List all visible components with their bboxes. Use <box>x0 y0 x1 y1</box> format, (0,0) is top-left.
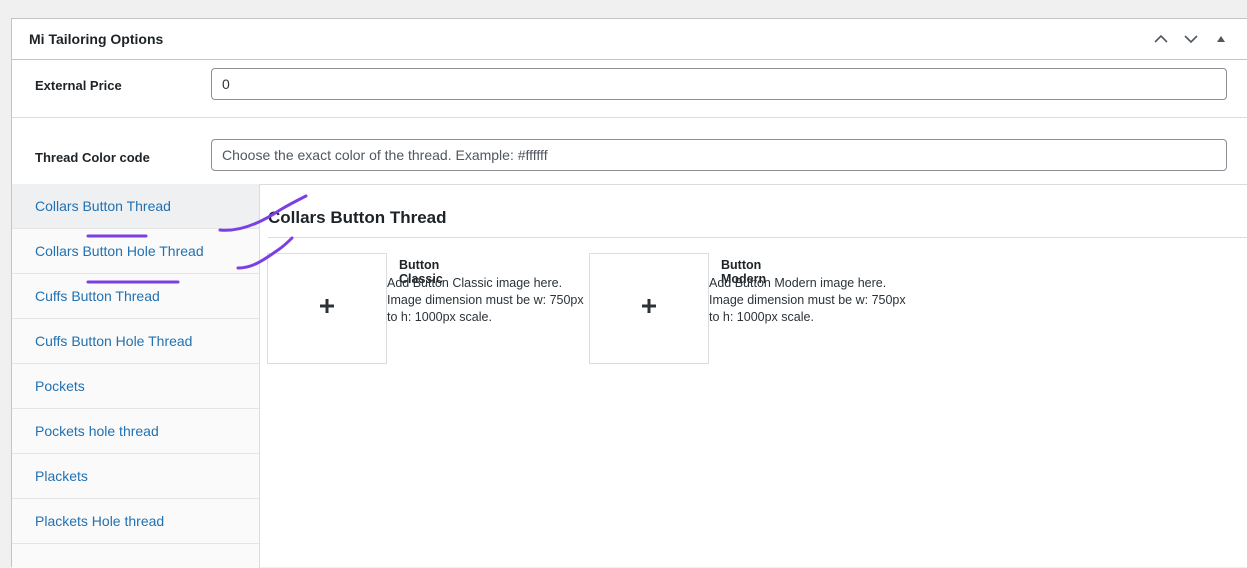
metabox-controls <box>1149 27 1233 51</box>
image-upload-button[interactable] <box>267 253 387 364</box>
external-price-label: External Price <box>35 78 122 93</box>
chevron-down-icon[interactable] <box>1179 27 1203 51</box>
external-price-input[interactable] <box>211 68 1227 100</box>
plus-icon <box>320 299 334 318</box>
tab-collars-button-hole-thread[interactable]: Collars Button Hole Thread <box>12 229 259 274</box>
tailoring-metabox: Mi Tailoring Options External Price Thre… <box>11 18 1247 568</box>
tab-plackets-hole-thread[interactable]: Plackets Hole thread <box>12 499 259 544</box>
tab-plackets[interactable]: Plackets <box>12 454 259 499</box>
section-divider <box>268 237 1247 238</box>
triangle-up-icon[interactable] <box>1209 27 1233 51</box>
divider <box>12 117 1247 118</box>
image-description: Add Button Modern image here. Image dime… <box>709 276 906 324</box>
metabox-title: Mi Tailoring Options <box>29 31 164 47</box>
tabs-panel: Collars Button Thread Collars Button Hol… <box>12 184 260 568</box>
thread-color-input[interactable] <box>211 139 1227 171</box>
tab-cuffs-button-hole-thread[interactable]: Cuffs Button Hole Thread <box>12 319 259 364</box>
metabox-header: Mi Tailoring Options <box>12 19 1247 60</box>
section-title: Collars Button Thread <box>268 208 447 227</box>
tab-pockets-hole-thread[interactable]: Pockets hole thread <box>12 409 259 454</box>
chevron-up-icon[interactable] <box>1149 27 1173 51</box>
tab-collars-button-thread[interactable]: Collars Button Thread <box>12 184 259 229</box>
image-description: Add Button Classic image here. Image dim… <box>387 276 584 324</box>
image-upload-button[interactable] <box>589 253 709 364</box>
tab-cuffs-button-thread[interactable]: Cuffs Button Thread <box>12 274 259 319</box>
tab-pockets[interactable]: Pockets <box>12 364 259 409</box>
plus-icon <box>642 299 656 318</box>
thread-color-label: Thread Color code <box>35 150 150 165</box>
